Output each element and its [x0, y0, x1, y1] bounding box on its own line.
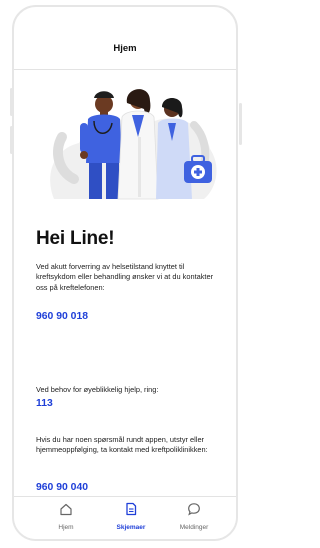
outpatient-phone-link[interactable]: 960 90 040	[36, 482, 88, 493]
app-header: Hjem	[14, 7, 236, 70]
tab-hjem[interactable]: Hjem	[36, 497, 96, 539]
document-icon	[126, 502, 137, 516]
healthcare-team-illustration	[50, 89, 217, 200]
questions-info-text: Hvis du har noen spørsmål rundt appen, u…	[36, 435, 208, 455]
cancer-phone-link[interactable]: 960 90 018	[36, 311, 88, 322]
tab-label-skjemaer: Skjemaer	[116, 524, 146, 531]
home-icon	[60, 503, 72, 516]
tab-label-hjem: Hjem	[58, 524, 74, 531]
emergency-phone-link[interactable]: 113	[36, 398, 53, 409]
tab-skjemaer[interactable]: Skjemaer	[101, 497, 161, 539]
chat-bubble-icon	[188, 503, 200, 516]
acute-info-text: Ved akutt forverring av helsetilstand kn…	[36, 262, 214, 292]
tab-label-meldinger: Meldinger	[179, 524, 209, 531]
greeting-heading: Hei Line!	[36, 228, 115, 249]
power-button	[239, 103, 242, 145]
tab-meldinger[interactable]: Meldinger	[164, 497, 224, 539]
emergency-info-text: Ved behov for øyeblikkelig hjelp, ring:	[36, 385, 159, 394]
phone-frame: Hjem Hei Line! Ved akutt forverring av h…	[12, 5, 238, 541]
bottom-tab-bar: Hjem Skjemaer Meldinger	[14, 496, 236, 539]
page-title: Hjem	[113, 43, 137, 54]
